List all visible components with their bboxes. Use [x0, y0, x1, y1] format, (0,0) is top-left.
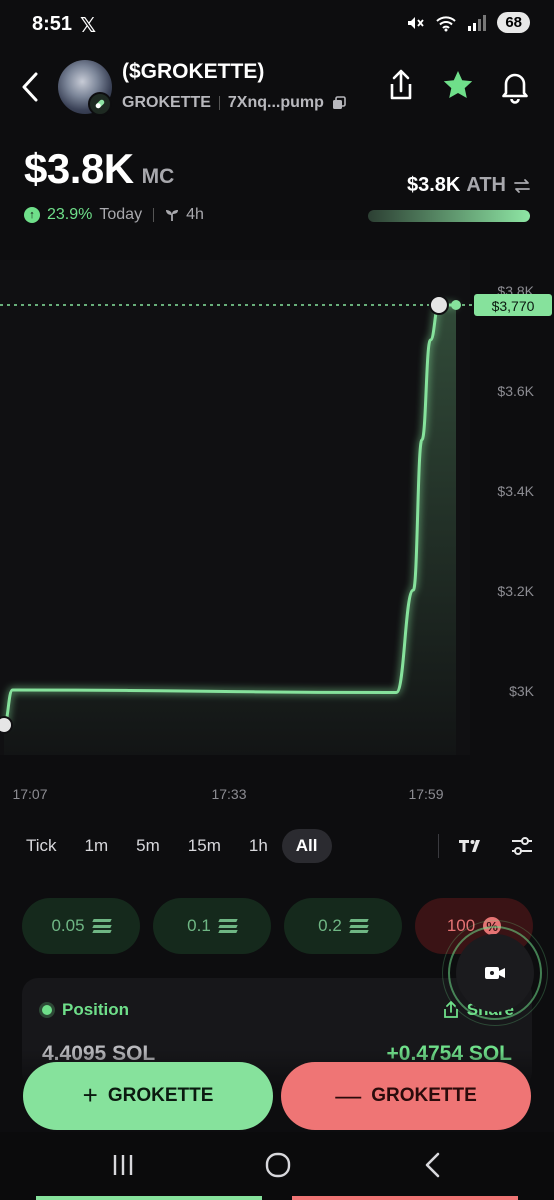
- y-tick-label: $3.6K: [497, 383, 534, 399]
- last-point: [451, 300, 461, 310]
- sell-label: GROKETTE: [371, 1085, 477, 1106]
- x-tick-label: 17:07: [12, 786, 47, 802]
- buy-label: GROKETTE: [107, 1085, 214, 1106]
- change-row: ↑ 23.9% Today 4h: [24, 206, 204, 224]
- tab-5m[interactable]: 5m: [122, 829, 174, 863]
- settings-sliders-icon[interactable]: [508, 832, 536, 860]
- divider: [153, 208, 155, 222]
- share-icon[interactable]: [384, 68, 418, 104]
- battery-indicator: 68: [497, 12, 530, 33]
- home-icon[interactable]: [258, 1150, 298, 1180]
- ath: $3.8K ATH: [407, 174, 532, 197]
- x-tick-label: 17:33: [211, 786, 246, 802]
- start-marker: [0, 716, 13, 734]
- market-cap-label: MC: [141, 165, 175, 188]
- sprout-icon: [166, 210, 179, 221]
- solana-icon: [218, 919, 238, 933]
- ath-progress-bar: [368, 210, 530, 222]
- ath-value: $3.8K: [407, 174, 461, 196]
- solana-icon: [91, 919, 112, 933]
- solana-icon: [349, 919, 369, 933]
- status-dot-icon: [42, 1005, 52, 1015]
- tab-1h[interactable]: 1h: [235, 829, 282, 863]
- tab-15m[interactable]: 15m: [174, 829, 235, 863]
- y-tick-label: $3.4K: [497, 483, 534, 499]
- record-video-button[interactable]: [456, 934, 534, 1012]
- token-subtitle: GROKETTE 7Xnq...pump: [122, 94, 346, 112]
- buy-amount-chip[interactable]: 0.05: [22, 898, 140, 954]
- status-bar: 8:51 𝕏 68: [0, 0, 554, 52]
- chip-label: 0.1: [187, 916, 211, 935]
- sell-hint-bar: [292, 1196, 518, 1200]
- tradingview-icon[interactable]: [456, 832, 486, 860]
- position-header: Position: [42, 1000, 129, 1020]
- buy-amount-chip[interactable]: 0.1: [153, 898, 271, 954]
- timeframe-selector: Tick 1m 5m 15m 1h All: [12, 828, 542, 864]
- divider: [218, 96, 220, 110]
- system-nav-bar: [0, 1132, 554, 1200]
- tab-tick[interactable]: Tick: [12, 829, 71, 863]
- change-period: Today: [99, 206, 143, 223]
- market-cap: $3.8K MC: [24, 145, 174, 193]
- sell-button[interactable]: — GROKETTE: [281, 1062, 531, 1130]
- current-price-label: $3,770: [492, 298, 535, 314]
- market-cap-value: $3.8K: [24, 145, 134, 192]
- copy-icon[interactable]: [332, 96, 346, 110]
- status-time: 8:51: [32, 13, 73, 35]
- nav-back-icon[interactable]: [414, 1150, 454, 1180]
- swap-icon[interactable]: [512, 177, 532, 195]
- bell-icon[interactable]: [498, 68, 532, 104]
- buy-amount-chip[interactable]: 0.2: [284, 898, 402, 954]
- minus-icon: —: [335, 1079, 362, 1110]
- recents-icon[interactable]: [103, 1150, 143, 1180]
- buy-button[interactable]: + GROKETTE: [23, 1062, 273, 1130]
- star-icon[interactable]: [441, 68, 475, 104]
- plus-icon: +: [82, 1079, 98, 1110]
- token-age: 4h: [186, 206, 204, 223]
- signal-icon: [468, 14, 487, 31]
- divider: [438, 834, 439, 858]
- price-chart[interactable]: $3.8K $3.6K $3.4K $3.2K $3K $3,770 17:07 17:33 1…: [0, 240, 554, 820]
- chip-label: 0.2: [318, 916, 342, 935]
- y-tick-label: $3K: [509, 683, 535, 699]
- arrow-up-icon: ↑: [24, 207, 40, 223]
- token-symbol: GROKETTE: [122, 94, 211, 111]
- x-tick-label: 17:59: [408, 786, 443, 802]
- position-title: Position: [62, 1000, 130, 1019]
- chart-canvas[interactable]: $3.8K$3.6K$3.4K$3.2K$3K$3,77017:07 17:33 1…: [0, 240, 554, 820]
- y-tick-label: $3.2K: [497, 583, 534, 599]
- x-logo-icon: 𝕏: [80, 15, 97, 37]
- chip-label: 0.05: [51, 916, 85, 935]
- tab-all[interactable]: All: [281, 829, 332, 863]
- buy-hint-bar: [36, 1196, 262, 1200]
- trade-marker: [428, 295, 449, 315]
- wifi-icon: [436, 15, 457, 31]
- status-icons: 68: [405, 12, 530, 33]
- tab-1m[interactable]: 1m: [71, 829, 123, 863]
- token-title: ($GROKETTE): [122, 60, 265, 83]
- video-camera-icon: [485, 967, 505, 979]
- contract-address[interactable]: 7Xnq...pump: [228, 94, 324, 112]
- pill-icon: [88, 92, 112, 116]
- back-icon[interactable]: [18, 70, 44, 104]
- mute-icon: [408, 16, 425, 29]
- change-percent: 23.9%: [47, 206, 93, 223]
- ath-label: ATH: [466, 174, 506, 196]
